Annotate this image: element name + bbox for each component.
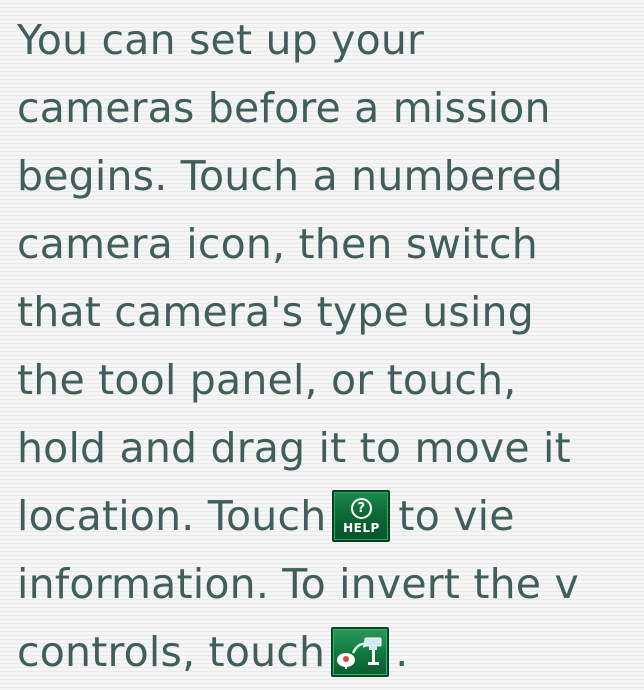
manual-text-block: You can set up your cameras before a mis… <box>17 6 644 686</box>
text-line-4: camera icon, then switch <box>17 220 538 268</box>
text-line-10-end: . <box>395 628 409 676</box>
text-line-10: controls, touch . <box>17 618 644 686</box>
help-icon-label: HELP <box>343 521 380 535</box>
text-line-8-start: location. Touch <box>17 492 327 540</box>
text-line-8-end: to vie <box>398 492 515 540</box>
text-line-5: that camera's type using <box>17 288 534 336</box>
text-line-2: cameras before a mission <box>17 84 551 132</box>
text-line-9: information. To invert the v <box>17 560 579 608</box>
text-line-6: the tool panel, or touch, <box>17 356 517 404</box>
text-line-3: begins. Touch a numbered <box>17 152 564 200</box>
camera-invert-controls-icon <box>331 627 390 677</box>
text-line-8: location. Touch? HELP to vie <box>17 482 644 550</box>
manual-page: { "manual": { "lines": [ "You can set up… <box>0 0 644 690</box>
text-line-10-start: controls, touch <box>17 628 326 676</box>
camera-invert-glyph <box>337 637 382 669</box>
text-line-7: hold and drag it to move it <box>17 424 571 472</box>
text-line-1: You can set up your <box>17 16 425 64</box>
help-button-icon: ? HELP <box>332 490 391 542</box>
help-question-glyph: ? <box>350 498 372 519</box>
